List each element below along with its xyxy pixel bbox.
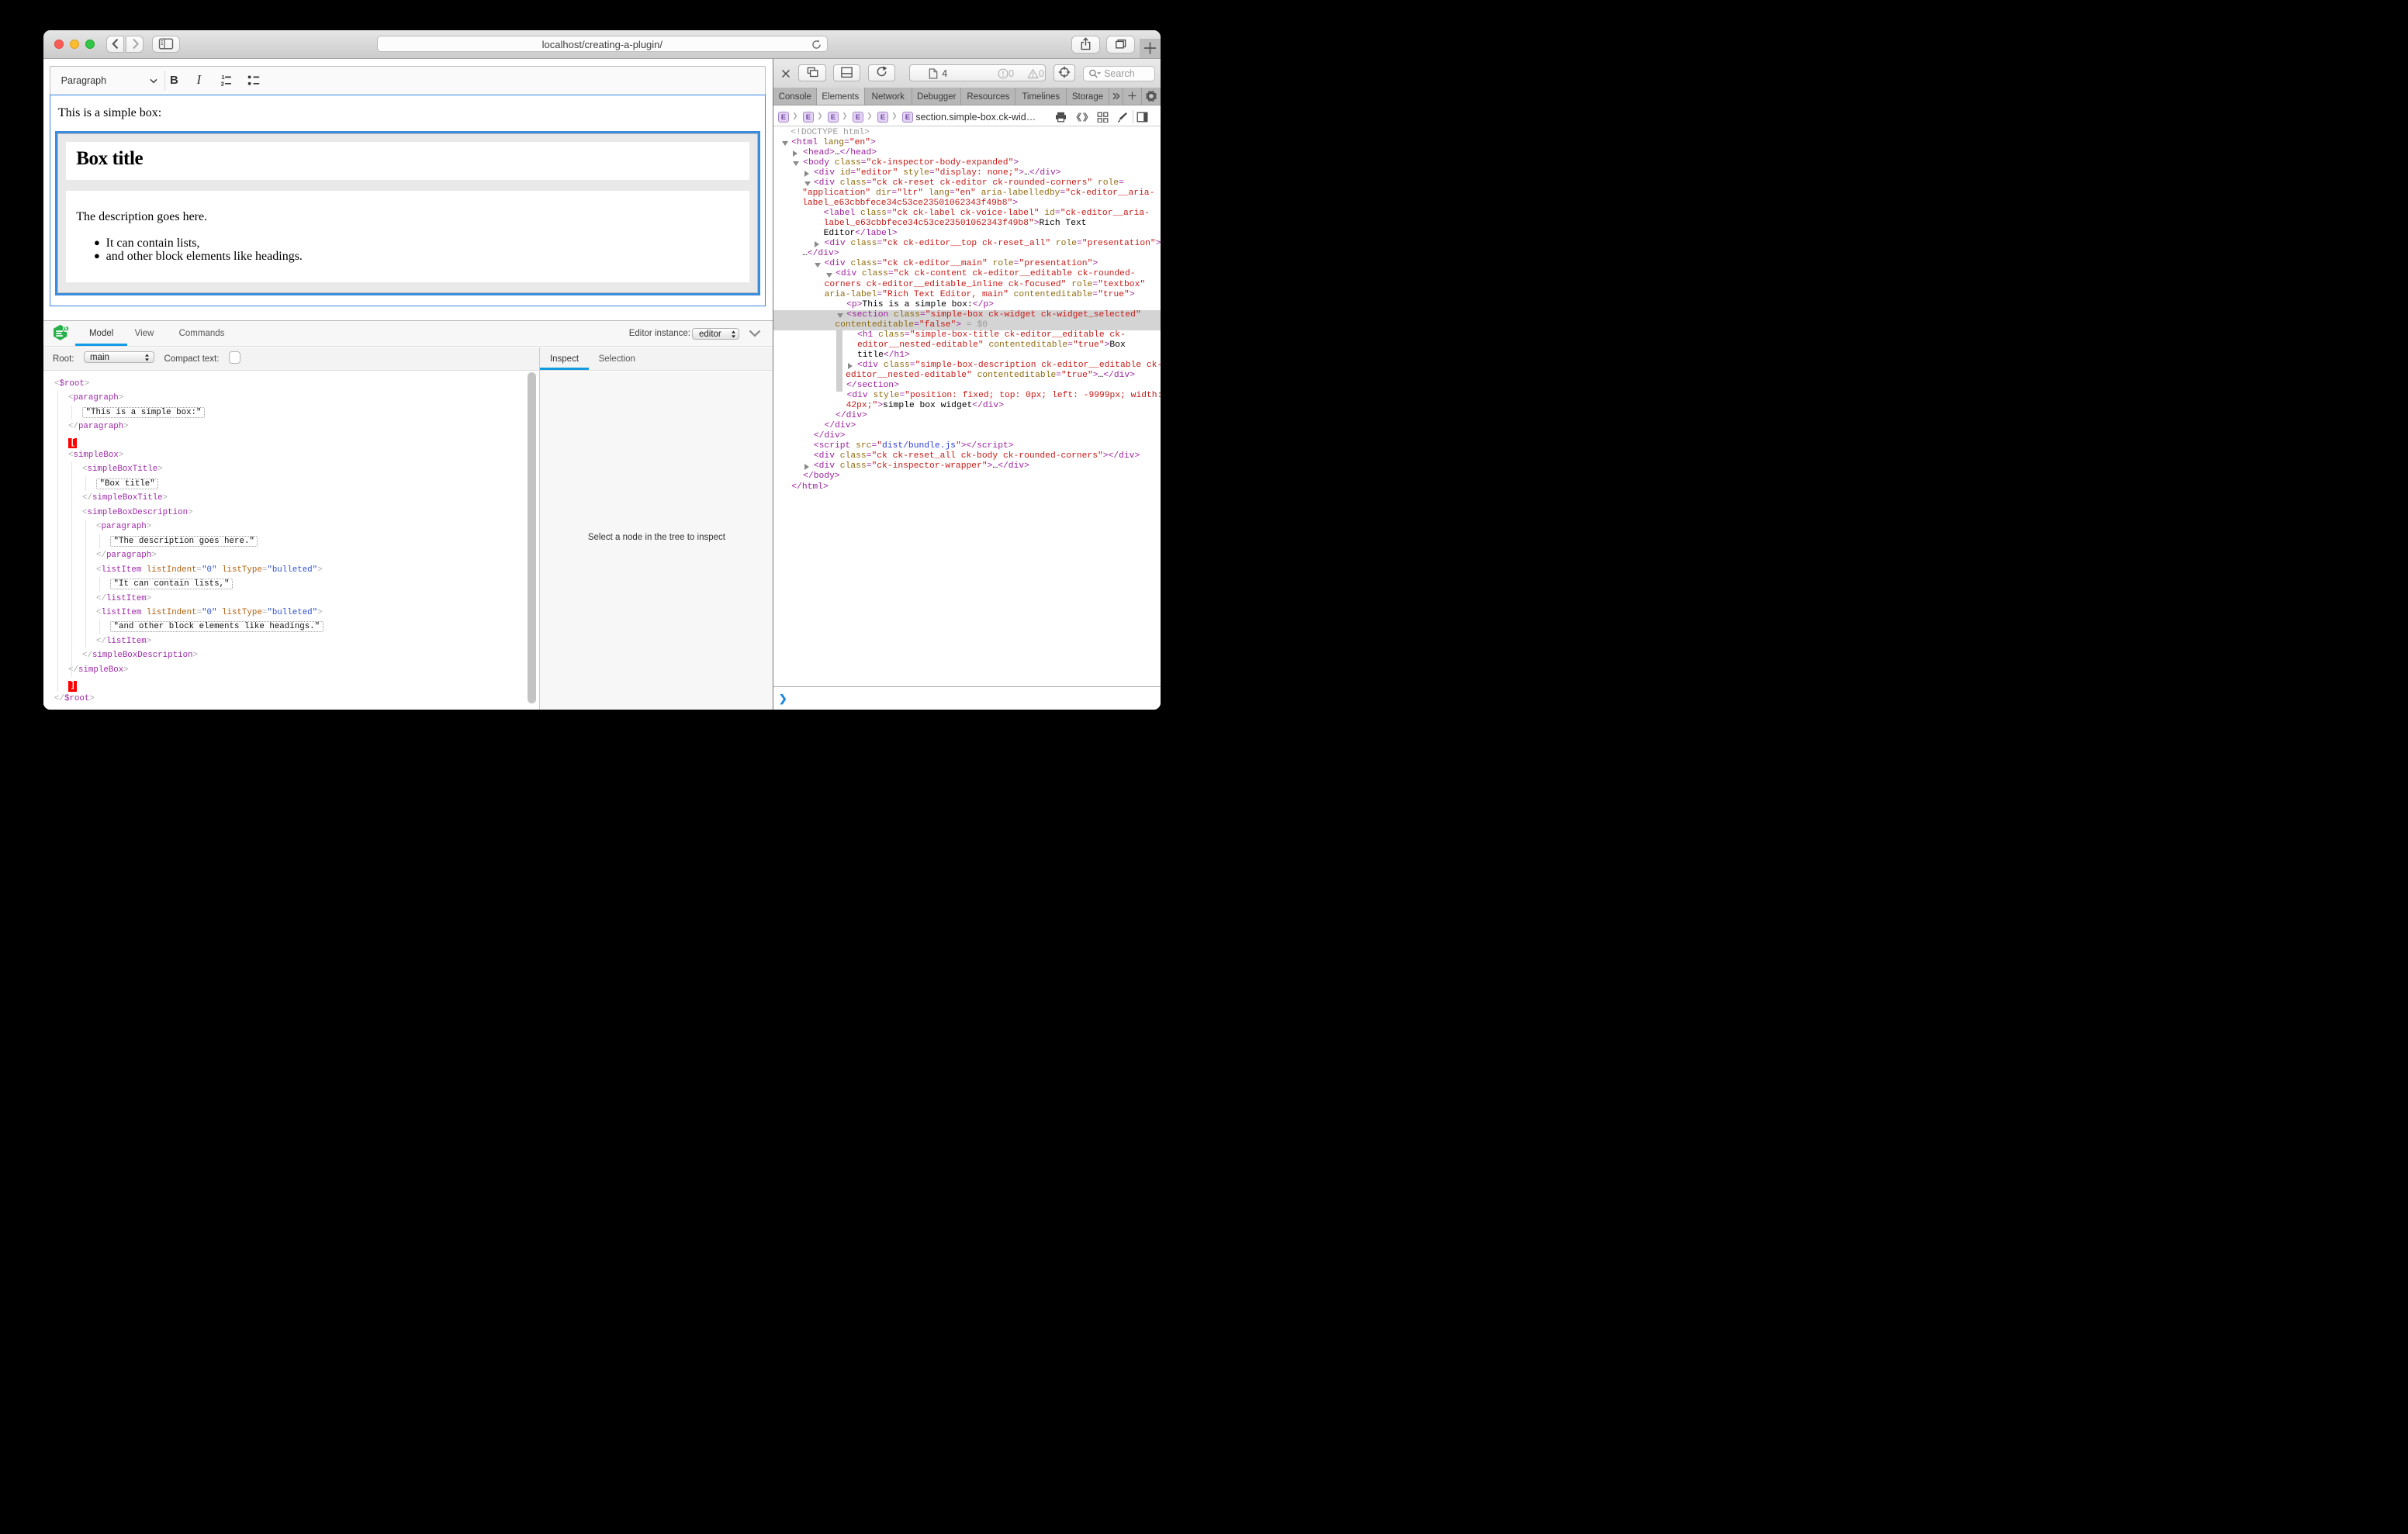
svg-text:2: 2	[221, 80, 224, 86]
